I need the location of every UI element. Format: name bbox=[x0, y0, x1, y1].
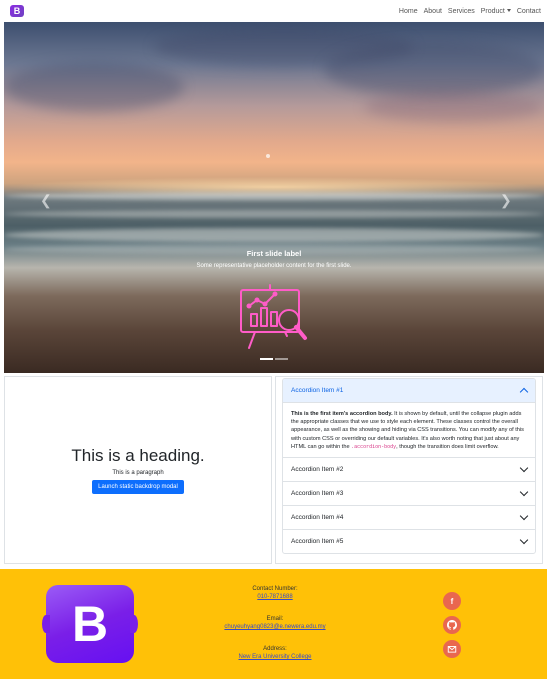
accordion-item: Accordion Item #3 bbox=[283, 482, 535, 507]
cloud bbox=[364, 92, 544, 122]
chevron-up-icon bbox=[519, 387, 529, 397]
hero-heading: This is a heading. bbox=[71, 446, 205, 465]
carousel-indicator[interactable] bbox=[260, 358, 273, 360]
chevron-down-icon bbox=[519, 463, 529, 473]
bootstrap-logo: B bbox=[42, 585, 138, 663]
accordion-body-code: .accordion-body bbox=[351, 443, 397, 450]
hero-panel: This is a heading. This is a paragraph L… bbox=[4, 376, 272, 564]
contact-email: Email: chuyeuhyang0823@e.newera.edu.my bbox=[200, 616, 350, 630]
wave bbox=[4, 192, 544, 200]
accordion-title: Accordion Item #2 bbox=[291, 466, 344, 474]
slide-text: Some representative placeholder content … bbox=[196, 263, 352, 269]
contact-address: Address: New Era University College bbox=[200, 646, 350, 660]
accordion-header-5[interactable]: Accordion Item #5 bbox=[283, 530, 535, 553]
nav-link-product-label: Product bbox=[480, 7, 505, 15]
accordion-header-1[interactable]: Accordion Item #1 bbox=[283, 379, 535, 402]
accordion-title: Accordion Item #3 bbox=[291, 490, 344, 498]
accordion-item: Accordion Item #4 bbox=[283, 506, 535, 531]
accordion-panel: Accordion Item #1 This is the first item… bbox=[275, 376, 543, 564]
cloud bbox=[4, 62, 184, 112]
email-icon[interactable] bbox=[443, 640, 461, 658]
navbar: B Home About Services Product Contact bbox=[0, 0, 547, 22]
github-icon[interactable] bbox=[443, 616, 461, 634]
chevron-down-icon bbox=[519, 511, 529, 521]
nav-link-home[interactable]: Home bbox=[399, 8, 418, 15]
nav-link-product[interactable]: Product bbox=[481, 8, 511, 15]
footer: B Contact Number: 010-7871688 Email: chu… bbox=[0, 569, 547, 679]
hero-paragraph: This is a paragraph bbox=[112, 470, 164, 476]
accordion-header-2[interactable]: Accordion Item #2 bbox=[283, 458, 535, 481]
brand-logo[interactable]: B bbox=[10, 5, 24, 17]
carousel-indicator[interactable] bbox=[275, 358, 288, 360]
presentation-chart-icon bbox=[240, 284, 307, 349]
email-link[interactable]: chuyeuhyang0823@e.newera.edu.my bbox=[200, 624, 350, 630]
carousel-indicators bbox=[260, 358, 288, 360]
wave bbox=[4, 228, 544, 242]
nav-links: Home About Services Product Contact bbox=[399, 8, 541, 15]
carousel: ❮ ❯ First slide label Some representativ… bbox=[4, 22, 544, 373]
email-label: Email: bbox=[266, 616, 284, 622]
chevron-down-icon bbox=[519, 535, 529, 545]
chevron-down-icon bbox=[506, 9, 511, 13]
accordion-title: Accordion Item #1 bbox=[291, 387, 344, 394]
accordion-title: Accordion Item #5 bbox=[291, 538, 344, 546]
facebook-icon[interactable]: f bbox=[443, 592, 461, 610]
logo-letter: B bbox=[71, 596, 109, 652]
accordion-header-4[interactable]: Accordion Item #4 bbox=[283, 506, 535, 529]
address-label: Address: bbox=[263, 646, 287, 652]
accordion-body-strong: This is the first item's accordion body. bbox=[291, 411, 393, 417]
nav-link-about[interactable]: About bbox=[424, 8, 442, 15]
contact-number-link[interactable]: 010-7871688 bbox=[200, 594, 350, 600]
chevron-down-icon bbox=[519, 487, 529, 497]
carousel-next-icon[interactable]: ❯ bbox=[500, 192, 512, 209]
carousel-prev-icon[interactable]: ❮ bbox=[40, 192, 52, 209]
accordion-body-text: , though the transition does limit overf… bbox=[396, 443, 499, 450]
accordion-body: This is the first item's accordion body.… bbox=[283, 402, 535, 457]
accordion-header-3[interactable]: Accordion Item #3 bbox=[283, 482, 535, 505]
accordion-item: Accordion Item #5 bbox=[283, 530, 535, 553]
nav-link-services[interactable]: Services bbox=[448, 8, 475, 15]
cloud bbox=[324, 42, 544, 97]
wave bbox=[4, 210, 544, 218]
accordion-item: Accordion Item #2 bbox=[283, 458, 535, 483]
address-link[interactable]: New Era University College bbox=[200, 654, 350, 660]
contact-number: Contact Number: 010-7871688 bbox=[200, 586, 350, 600]
sun-glint bbox=[266, 154, 270, 158]
launch-modal-button[interactable]: Launch static backdrop modal bbox=[92, 480, 184, 494]
accordion-title: Accordion Item #4 bbox=[291, 514, 344, 522]
accordion: Accordion Item #1 This is the first item… bbox=[282, 378, 536, 555]
email-glyph bbox=[447, 646, 457, 653]
slide-label: First slide label bbox=[246, 249, 302, 258]
accordion-item: Accordion Item #1 This is the first item… bbox=[283, 379, 535, 459]
contact-label: Contact Number: bbox=[252, 586, 298, 592]
github-glyph bbox=[447, 620, 457, 630]
nav-link-contact[interactable]: Contact bbox=[517, 8, 541, 15]
